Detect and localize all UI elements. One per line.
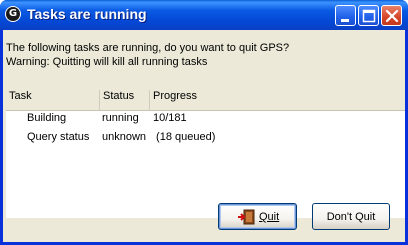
task-name: Building (27, 112, 67, 124)
message-text: The following tasks are running, do you … (6, 41, 289, 69)
title-bar[interactable]: G Tasks are running (0, 0, 408, 30)
dialog-content: The following tasks are running, do you … (3, 30, 405, 242)
column-header-progress[interactable]: Progress (150, 90, 405, 110)
quit-button-label: Quit (259, 211, 280, 223)
table-row[interactable]: Building running 10/181 (6, 112, 405, 131)
tasks-list-header: Task Status Progress (6, 90, 405, 111)
task-progress: (18 queued) (153, 131, 216, 143)
maximize-button[interactable] (358, 5, 379, 26)
gps-app-icon[interactable]: G (5, 6, 21, 22)
task-status: running (102, 112, 139, 124)
table-row[interactable]: Query status unknown (18 queued) (6, 131, 405, 150)
close-icon (385, 9, 399, 23)
column-header-status[interactable]: Status (100, 90, 150, 110)
minimize-button[interactable] (335, 5, 356, 26)
task-progress: 10/181 (153, 112, 187, 124)
close-button[interactable] (381, 5, 402, 26)
dont-quit-button[interactable]: Don't Quit (312, 203, 390, 230)
maximize-icon (362, 9, 376, 23)
exit-door-icon (238, 209, 255, 225)
dont-quit-button-label: Don't Quit (326, 211, 376, 223)
tasks-list[interactable]: Task Status Progress Building running 10… (6, 90, 405, 218)
column-header-task[interactable]: Task (6, 90, 100, 110)
quit-button[interactable]: Quit (218, 203, 297, 230)
dialog-window: G Tasks are running The following tasks … (0, 0, 408, 245)
message-line-2: Warning: Quitting will kill all running … (6, 56, 208, 68)
task-status: unknown (102, 131, 147, 143)
task-name: Query status (27, 131, 90, 143)
window-title: Tasks are running (27, 6, 147, 22)
message-line-1: The following tasks are running, do you … (6, 42, 290, 54)
minimize-icon (341, 19, 349, 22)
